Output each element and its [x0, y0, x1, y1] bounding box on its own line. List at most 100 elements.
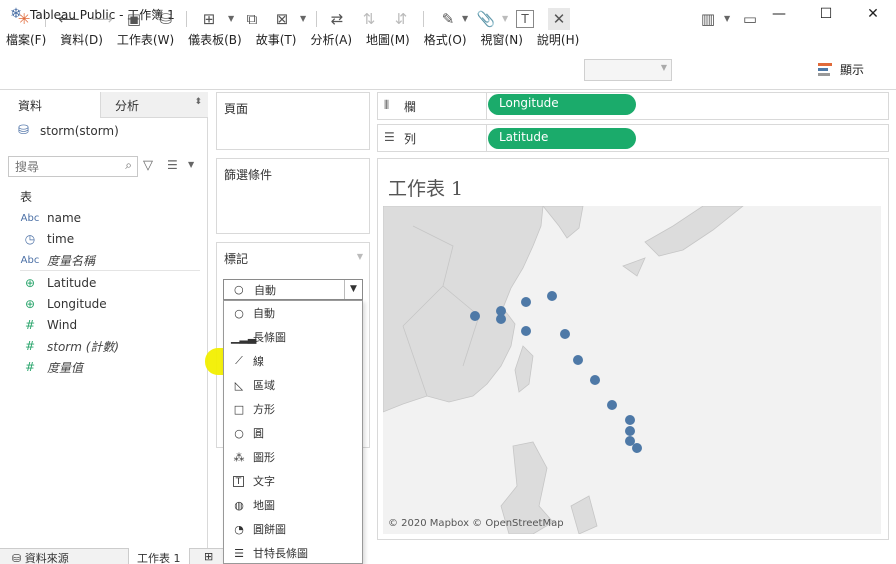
tab-sheet-1[interactable]: 工作表 1 — [128, 548, 190, 564]
mark-option-shape[interactable]: ⁂ 圖形 — [224, 445, 362, 469]
menu-dashboard[interactable]: 儀表板(B) — [188, 31, 242, 48]
swap-rows-columns-icon[interactable]: ⇄ — [326, 8, 348, 30]
menu-map[interactable]: 地圖(M) — [366, 31, 410, 48]
mark-type-value: 自動 — [254, 283, 276, 297]
presentation-caret-icon[interactable]: ▼ — [724, 8, 730, 30]
field-storm-count[interactable]: # storm (計數) — [20, 336, 200, 356]
latitude-pill[interactable]: Latitude — [488, 128, 636, 149]
mark-option-pie[interactable]: ◔ 圓餅圖 — [224, 517, 362, 541]
mark-option-square[interactable]: □ 方形 — [224, 397, 362, 421]
maximize-button[interactable]: ☐ — [803, 0, 849, 28]
storm-point — [625, 415, 635, 425]
field-longitude[interactable]: ⊕ Longitude — [20, 294, 200, 314]
sort-ascending-icon[interactable]: ⇅ — [358, 8, 380, 30]
tab-data[interactable]: 資料 — [0, 92, 100, 118]
mark-option-area[interactable]: ◺ 區域 — [224, 373, 362, 397]
new-sheet-icon[interactable]: ⊞ — [196, 548, 221, 564]
tab-analysis[interactable]: 分析 ⬍ — [100, 92, 208, 118]
date-icon: ◷ — [24, 232, 36, 246]
toolbar-separator — [316, 11, 317, 27]
option-label: 文字 — [253, 475, 275, 488]
menu-data[interactable]: 資料(D) — [60, 31, 103, 48]
map-view[interactable] — [383, 206, 881, 534]
storm-point — [625, 426, 635, 436]
group-members-icon[interactable]: 📎 — [475, 8, 497, 30]
fit-dropdown[interactable]: ▼ — [584, 59, 672, 81]
tab-analysis-label: 分析 — [115, 99, 140, 113]
sort-descending-icon[interactable]: ⇵ — [390, 8, 412, 30]
close-button[interactable]: ✕ — [850, 0, 896, 28]
show-me-button[interactable]: 顯示 — [818, 61, 864, 78]
view-list-icon[interactable]: ☰ — [167, 158, 178, 172]
mark-option-line[interactable]: ⟋ 線 — [224, 349, 362, 373]
mark-type-select[interactable]: ○ 自動 ▼ — [223, 279, 363, 300]
view-list-caret-icon[interactable]: ▼ — [188, 160, 194, 169]
mark-option-bar[interactable]: ▁▂▃ 長條圖 — [224, 325, 362, 349]
highlight-icon[interactable]: ✎ — [437, 8, 459, 30]
shelf-divider — [486, 125, 487, 151]
presentation-mode-icon[interactable]: ▥ — [697, 8, 719, 30]
mark-option-circle[interactable]: ○ 圓 — [224, 421, 362, 445]
search-box[interactable]: ⌕ — [8, 156, 138, 177]
save-icon[interactable]: ▣ — [123, 8, 145, 30]
menu-story[interactable]: 故事(T) — [256, 31, 297, 48]
chevron-down-icon[interactable]: ▼ — [357, 252, 363, 261]
chevron-down-icon[interactable]: ▼ — [344, 280, 362, 299]
group-caret-icon[interactable]: ▼ — [502, 8, 508, 30]
undo-icon[interactable]: ⟵ — [58, 8, 80, 30]
menu-format[interactable]: 格式(O) — [424, 31, 467, 48]
option-label: 線 — [253, 355, 264, 368]
field-label: 度量值 — [47, 360, 84, 375]
mark-option-map[interactable]: ◍ 地圖 — [224, 493, 362, 517]
new-data-source-icon[interactable]: ⛁ — [155, 8, 177, 30]
updown-caret-icon: ⬍ — [194, 97, 202, 107]
clear-sheet-icon[interactable]: ⊠ — [271, 8, 293, 30]
show-mark-labels-icon[interactable]: T — [516, 10, 534, 28]
storm-point — [573, 355, 583, 365]
map-attribution[interactable]: © 2020 Mapbox © OpenStreetMap — [388, 518, 564, 529]
mark-option-text[interactable]: T 文字 — [224, 469, 362, 493]
clear-sheet-caret-icon[interactable]: ▼ — [300, 8, 306, 30]
tableau-home-icon[interactable]: ✳ — [13, 8, 35, 30]
menu-analysis[interactable]: 分析(A) — [310, 31, 352, 48]
mark-option-automatic[interactable]: ○ 自動 — [224, 301, 362, 325]
pages-card[interactable]: 頁面 — [216, 92, 370, 150]
field-measure-values[interactable]: # 度量值 — [20, 357, 200, 377]
field-label: time — [47, 232, 75, 246]
field-label: Longitude — [47, 297, 107, 311]
field-latitude[interactable]: ⊕ Latitude — [20, 273, 200, 293]
mark-option-gantt[interactable]: ☰ 甘特長條圖 — [224, 541, 362, 564]
fix-axes-icon[interactable]: ✕ — [548, 8, 570, 30]
search-input[interactable] — [9, 157, 113, 176]
columns-shelf-label: 欄 — [404, 100, 417, 114]
field-name[interactable]: Abc name — [20, 208, 200, 228]
filters-card[interactable]: 篩選條件 — [216, 158, 370, 234]
menu-window[interactable]: 視窗(N) — [481, 31, 523, 48]
filter-icon[interactable]: ▽ — [143, 158, 153, 173]
circle-outline-icon: ○ — [234, 283, 244, 296]
data-source-item[interactable]: ⛁ storm(storm) — [18, 123, 119, 139]
search-icon[interactable]: ⌕ — [125, 158, 132, 173]
menu-help[interactable]: 說明(H) — [537, 31, 579, 48]
world-map-icon: ◍ — [234, 498, 244, 512]
field-time[interactable]: ◷ time — [20, 229, 200, 249]
new-worksheet-icon[interactable]: ⊞ — [198, 8, 220, 30]
sheet-title[interactable]: 工作表 1 — [388, 174, 463, 201]
highlight-caret-icon[interactable]: ▼ — [462, 8, 468, 30]
field-wind[interactable]: # Wind — [20, 315, 200, 335]
string-type-icon: Abc — [20, 212, 40, 224]
storm-point — [521, 297, 531, 307]
tab-data-source[interactable]: ⛁ 資料來源 — [4, 548, 77, 564]
field-divider — [20, 270, 200, 271]
share-workbook-icon[interactable]: ▭ — [739, 8, 761, 30]
field-label: Latitude — [47, 276, 97, 290]
menu-worksheet[interactable]: 工作表(W) — [117, 31, 174, 48]
marks-card-label: 標記 — [224, 252, 249, 266]
new-worksheet-caret-icon[interactable]: ▼ — [228, 8, 234, 30]
longitude-pill[interactable]: Longitude — [488, 94, 636, 115]
duplicate-sheet-icon[interactable]: ⧉ — [241, 8, 263, 30]
field-measure-names[interactable]: Abc 度量名稱 — [20, 250, 200, 270]
menu-file[interactable]: 檔案(F) — [6, 31, 46, 48]
redo-icon[interactable]: ⟶ — [91, 8, 113, 30]
minimize-button[interactable]: — — [756, 0, 802, 28]
